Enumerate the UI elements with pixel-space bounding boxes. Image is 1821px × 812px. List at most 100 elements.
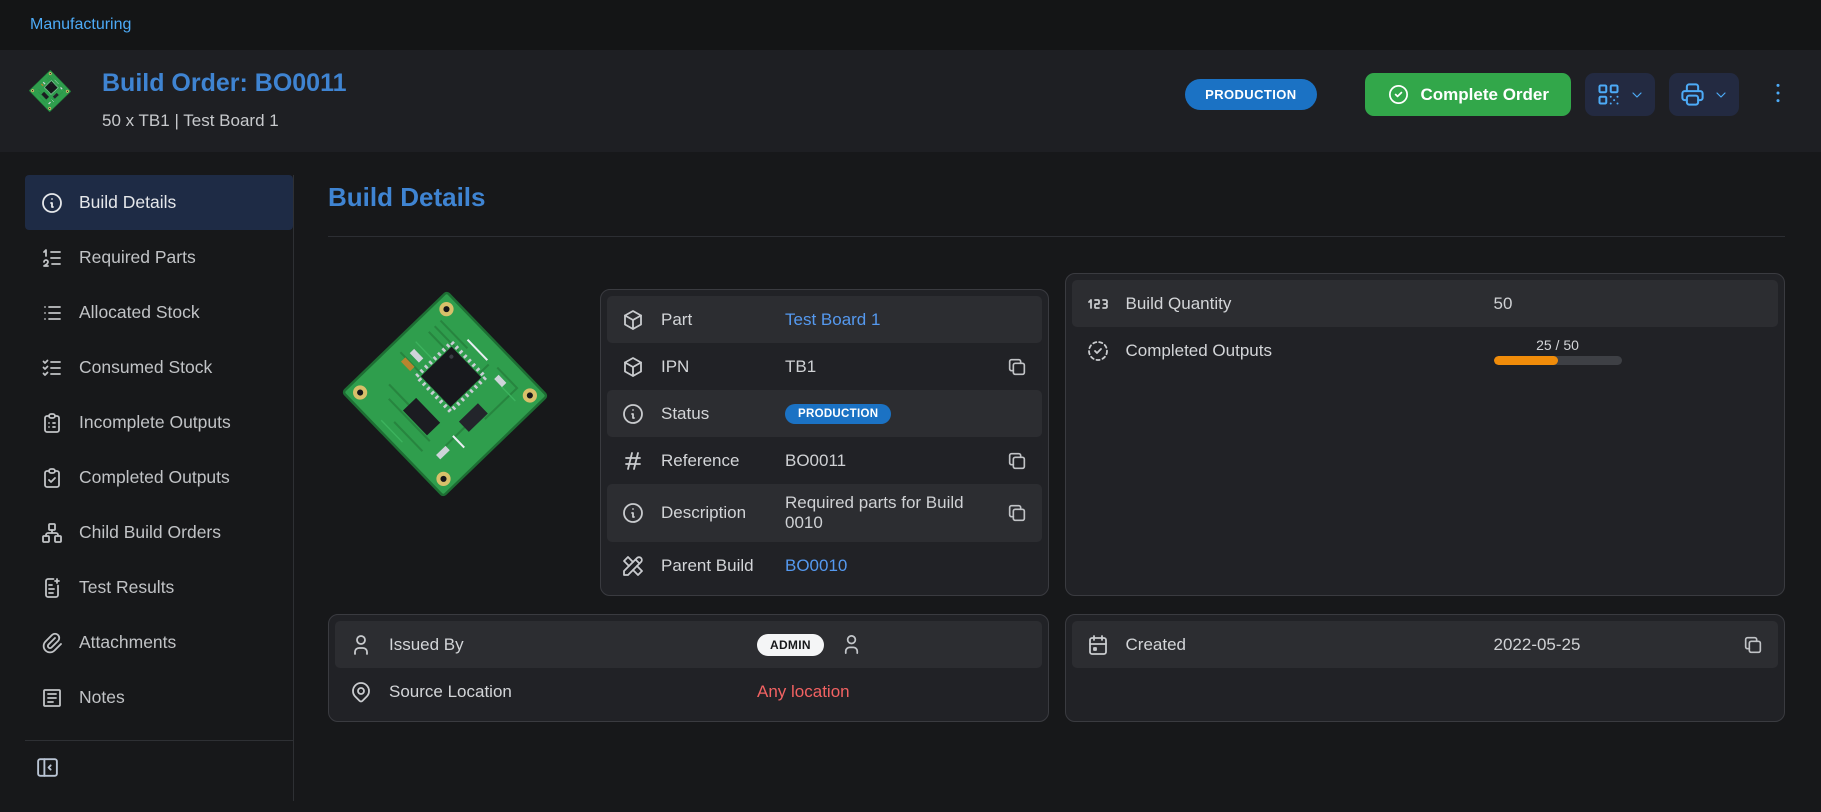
detail-row-status: StatusPRODUCTION — [607, 390, 1042, 437]
sidebar-collapse-icon — [35, 755, 60, 780]
detail-label: Status — [661, 404, 769, 424]
sidebar-item-notes[interactable]: Notes — [25, 670, 293, 725]
list-check-icon — [40, 356, 64, 380]
header-titles: Build Order: BO0011 50 x TB1 | Test Boar… — [102, 67, 347, 131]
detail-row-description: Description Required parts for Build 0010 — [607, 484, 1042, 542]
detail-label: Issued By — [389, 635, 741, 655]
sidebar-item-label: Incomplete Outputs — [79, 412, 231, 433]
copy-button[interactable] — [1006, 502, 1028, 524]
detail-value: TB1 — [785, 357, 816, 377]
complete-order-label: Complete Order — [1421, 85, 1549, 105]
detail-label: Source Location — [389, 682, 741, 702]
sidebar-item-label: Build Details — [79, 192, 176, 213]
print-actions-button[interactable] — [1669, 73, 1739, 116]
copy-button[interactable] — [1742, 634, 1764, 656]
actions-menu-button[interactable] — [1765, 80, 1791, 109]
build-progress-table: Build Quantity50Completed Outputs25 / 50 — [1065, 273, 1786, 596]
created-table: Created 2022-05-25 — [1065, 614, 1786, 722]
numbers-123-icon — [1086, 292, 1110, 316]
copy-button[interactable] — [1006, 450, 1028, 472]
details-group: PartTest Board 1IPNTB1StatusPRODUCTIONRe… — [328, 273, 1049, 596]
copy-button[interactable] — [1006, 356, 1028, 378]
detail-row-parent-build: Parent Build BO0010 — [607, 542, 1042, 589]
sidebar-item-allocated-stock[interactable]: Allocated Stock — [25, 285, 293, 340]
detail-label: IPN — [661, 357, 769, 377]
detail-value: BO0011 — [785, 451, 846, 471]
test-report-icon — [40, 576, 64, 600]
list-numbers-icon — [40, 246, 64, 270]
detail-label: Build Quantity — [1126, 294, 1478, 314]
detail-label: Created — [1126, 635, 1478, 655]
sidebar: Build Details Required PartsAllocated Sto… — [0, 175, 294, 801]
barcode-actions-button[interactable] — [1585, 73, 1655, 116]
info-circle-icon — [621, 402, 645, 426]
notes-icon — [40, 686, 64, 710]
sidebar-item-label: Child Build Orders — [79, 522, 221, 543]
list-icon — [40, 301, 64, 325]
complete-order-button[interactable]: Complete Order — [1365, 73, 1571, 116]
pcb-graphic — [328, 277, 562, 511]
sidebar-items: Build Details Required PartsAllocated Sto… — [25, 175, 293, 725]
progress-check-icon — [1086, 339, 1110, 363]
issued-by-badge: ADMIN — [757, 634, 824, 656]
sidebar-item-completed-outputs[interactable]: Completed Outputs — [25, 450, 293, 505]
page-subtitle: 50 x TB1 | Test Board 1 — [102, 111, 347, 131]
part-image[interactable] — [328, 277, 562, 511]
page-title: Build Order: BO0011 — [102, 69, 347, 98]
build-thumbnail[interactable] — [26, 67, 74, 115]
tools-icon — [621, 554, 645, 578]
header-left: Build Order: BO0011 50 x TB1 | Test Boar… — [26, 67, 347, 131]
detail-panels: PartTest Board 1IPNTB1StatusPRODUCTIONRe… — [328, 273, 1785, 722]
sidebar-item-test-results[interactable]: Test Results — [25, 560, 293, 615]
content: Build Details Required PartsAllocated Sto… — [0, 152, 1821, 801]
dots-vertical-icon — [1765, 80, 1791, 106]
sidebar-item-label: Test Results — [79, 577, 174, 598]
detail-label: Description — [661, 503, 769, 523]
build-details-table: PartTest Board 1IPNTB1StatusPRODUCTIONRe… — [600, 289, 1049, 596]
sidebar-collapse-button[interactable] — [25, 752, 69, 783]
user-icon — [349, 633, 373, 657]
progress-fill — [1494, 356, 1558, 365]
detail-value: 2022-05-25 — [1494, 635, 1581, 655]
detail-row-created: Created 2022-05-25 — [1072, 621, 1779, 668]
sidebar-item-label: Completed Outputs — [79, 467, 230, 488]
pcb-graphic — [26, 67, 74, 115]
chevron-down-icon — [1713, 87, 1729, 103]
calendar-icon — [1086, 633, 1110, 657]
detail-link-bo0010[interactable]: BO0010 — [785, 556, 847, 576]
detail-link-test-board-1[interactable]: Test Board 1 — [785, 310, 880, 330]
qrcode-icon — [1595, 81, 1622, 108]
breadcrumb: Manufacturing — [0, 0, 1821, 50]
breadcrumb-link-manufacturing[interactable]: Manufacturing — [30, 16, 131, 34]
detail-row-reference: Reference BO0011 — [607, 437, 1042, 484]
sidebar-item-consumed-stock[interactable]: Consumed Stock — [25, 340, 293, 395]
sidebar-item-required-parts[interactable]: Required Parts — [25, 230, 293, 285]
sidebar-item-label: Consumed Stock — [79, 357, 212, 378]
clipboard-list-icon — [40, 411, 64, 435]
detail-row-issued-by: Issued By ADMIN — [335, 621, 1042, 668]
sidebar-divider — [25, 740, 293, 741]
hash-icon — [621, 449, 645, 473]
package-icon — [621, 308, 645, 332]
sidebar-item-label: Notes — [79, 687, 125, 708]
detail-row-source-location: Source Location Any location — [335, 668, 1042, 715]
detail-row-ipn: IPN TB1 — [607, 343, 1042, 390]
header-actions: PRODUCTION Complete Order — [1185, 67, 1791, 116]
sidebar-item-incomplete-outputs[interactable]: Incomplete Outputs — [25, 395, 293, 450]
status-badge: PRODUCTION — [1185, 79, 1316, 110]
sidebar-item-child-build-orders[interactable]: Child Build Orders — [25, 505, 293, 560]
info-circle-icon — [621, 501, 645, 525]
progress-label: 25 / 50 — [1494, 337, 1622, 353]
sidebar-item-attachments[interactable]: Attachments — [25, 615, 293, 670]
detail-label: Reference — [661, 451, 769, 471]
info-circle-icon — [40, 191, 64, 215]
printer-icon — [1679, 81, 1706, 108]
section-heading: Build Details — [328, 182, 1785, 213]
detail-value: Required parts for Build 0010 — [785, 493, 990, 533]
detail-label: Parent Build — [661, 556, 769, 576]
paperclip-icon — [40, 631, 64, 655]
sidebar-item-build-details[interactable]: Build Details — [25, 175, 293, 230]
detail-value: Any location — [757, 682, 850, 702]
clipboard-check-icon — [40, 466, 64, 490]
progress-track — [1494, 356, 1622, 365]
